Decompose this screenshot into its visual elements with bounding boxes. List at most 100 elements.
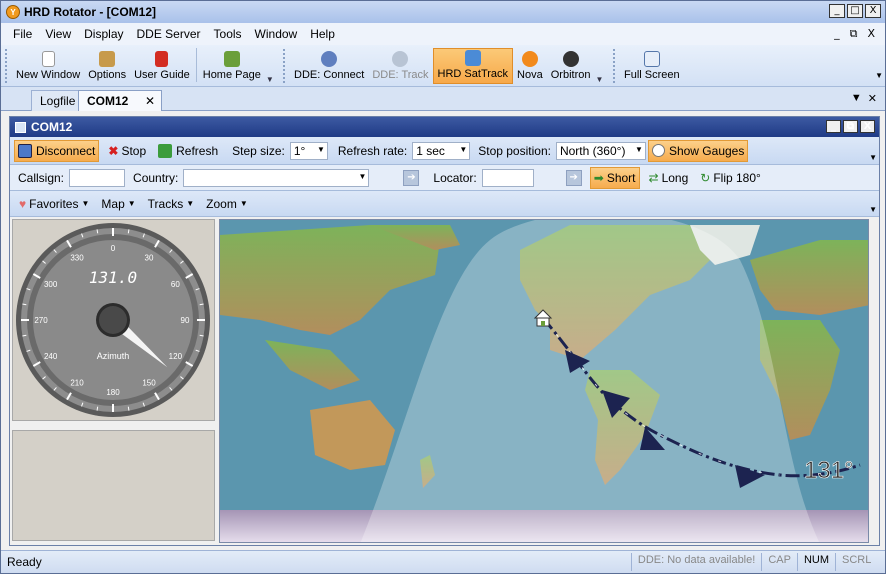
country-select[interactable]: ▼: [183, 168, 370, 187]
long-path-icon: ⇄: [648, 170, 659, 185]
disconnect-button[interactable]: Disconnect: [14, 139, 100, 162]
full-screen-button[interactable]: Full Screen: [620, 48, 684, 84]
gauge-tick: [127, 229, 130, 234]
dde-status: DDE: No data available!: [630, 553, 761, 571]
full-screen-icon: [643, 51, 660, 67]
short-path-icon: ➡: [593, 170, 604, 185]
gauge-tick-label: 150: [142, 378, 156, 387]
show-gauges-button[interactable]: Show Gauges: [647, 139, 749, 162]
step-size-select[interactable]: 1° ▼: [289, 141, 328, 160]
app-window: Y HRD Rotator - [COM12] _ □ X File View …: [0, 0, 886, 574]
gauge-pane: 0 30 60 90 120 150 180 210 240 270 300 330 131.0 Az…: [12, 219, 215, 541]
tracks-menu[interactable]: Tracks ▼: [145, 193, 197, 215]
mdi-restore-button[interactable]: ⧉: [850, 27, 858, 41]
menu-file[interactable]: File: [13, 27, 32, 41]
toolbar-group-dde: DDE: Connect DDE: Track HRD SatTrack Nov…: [279, 48, 604, 84]
toolbar-overflow-icon[interactable]: ▼: [594, 48, 604, 84]
user-guide-button[interactable]: User Guide: [130, 48, 194, 84]
callsign-input[interactable]: [69, 168, 126, 187]
tab-close-icon[interactable]: ✕: [145, 94, 155, 108]
stop-position-select[interactable]: North (360°) ▼: [555, 141, 646, 160]
status-bar: Ready DDE: No data available! CAP NUM SC…: [1, 550, 885, 573]
locator-label: Locator:: [433, 170, 477, 185]
home-page-button[interactable]: Home Page: [199, 48, 265, 84]
flip-icon: ↻: [700, 170, 711, 185]
tab-list-icon[interactable]: ▼: [851, 92, 862, 105]
gauge-tick-label: 120: [169, 352, 183, 361]
go-country-icon[interactable]: ➔: [403, 169, 420, 186]
options-button[interactable]: Options: [84, 48, 130, 84]
toolbar-overflow-icon[interactable]: ▼: [265, 48, 275, 84]
menu-display[interactable]: Display: [84, 27, 123, 41]
caps-lock-indicator: CAP: [761, 553, 797, 571]
home-icon: [223, 51, 240, 67]
main-toolbar: New Window Options User Guide Home Page …: [1, 45, 885, 87]
dde-track-button[interactable]: DDE: Track: [368, 48, 432, 84]
refresh-button[interactable]: Refresh: [155, 140, 221, 162]
gauge-tick: [127, 406, 130, 411]
child-close-button[interactable]: X: [860, 120, 875, 133]
azimuth-label: Azimuth: [97, 351, 130, 361]
child-minimize-button[interactable]: _: [826, 120, 841, 133]
toolbar-gripper[interactable]: [5, 49, 9, 83]
mdi-close-button[interactable]: X: [867, 27, 875, 41]
toolbar-gripper[interactable]: [613, 49, 617, 83]
satellite-icon: [464, 50, 481, 66]
chevron-down-icon: ▼: [358, 171, 367, 181]
gauge-tick: [199, 334, 204, 337]
rotator-control-bar: Disconnect ✖ Stop Refresh Step size: 1° ▼…: [10, 137, 879, 165]
short-path-button[interactable]: ➡ Short: [589, 166, 640, 189]
gauge-tick-label: 0: [111, 244, 116, 253]
menu-window[interactable]: Window: [255, 27, 298, 41]
stop-button[interactable]: ✖ Stop: [105, 140, 149, 162]
elevation-panel: [12, 430, 215, 541]
menu-view[interactable]: View: [45, 27, 71, 41]
connect-icon: [321, 51, 338, 67]
scroll-lock-indicator: SCRL: [835, 553, 885, 571]
country-label: Country:: [133, 170, 179, 185]
tab-close-all-icon[interactable]: ✕: [868, 92, 877, 105]
zoom-menu[interactable]: Zoom ▼: [203, 193, 251, 215]
orbitron-button[interactable]: Orbitron: [547, 48, 595, 84]
hrd-sattrack-button[interactable]: HRD SatTrack: [432, 48, 514, 84]
tab-logfile[interactable]: Logfile: [31, 90, 85, 111]
tab-com12[interactable]: COM12 ✕: [78, 90, 162, 111]
azimuth-gauge-panel: 0 30 60 90 120 150 180 210 240 270 300 330 131.0 Az…: [12, 219, 215, 421]
row-overflow-icon[interactable]: ▼: [869, 205, 877, 214]
world-map[interactable]: 131°: [219, 219, 869, 543]
toolbar-group-view: Full Screen: [609, 48, 684, 84]
gauge-icon: [651, 144, 665, 157]
toolbar-overflow-icon[interactable]: ▼: [875, 71, 883, 80]
maximize-button[interactable]: □: [847, 4, 863, 18]
menu-dde-server[interactable]: DDE Server: [137, 27, 201, 41]
nova-icon: [521, 51, 538, 67]
new-window-button[interactable]: New Window: [12, 48, 84, 84]
azimuth-readout: 131.0: [89, 268, 137, 287]
menu-tools[interactable]: Tools: [214, 27, 242, 41]
status-text: Ready: [7, 555, 42, 569]
mdi-minimize-button[interactable]: _: [834, 27, 840, 41]
toolbar-gripper[interactable]: [283, 49, 287, 83]
map-menu[interactable]: Map ▼: [98, 193, 138, 215]
close-button[interactable]: X: [865, 4, 881, 18]
refresh-rate-select[interactable]: 1 sec ▼: [412, 141, 471, 160]
disconnect-icon: [18, 143, 32, 158]
favorites-menu[interactable]: ♥ Favorites ▼: [16, 193, 92, 215]
locator-input[interactable]: [481, 168, 534, 187]
long-path-button[interactable]: ⇄ Long: [646, 167, 692, 189]
nova-button[interactable]: Nova: [513, 48, 547, 84]
go-locator-icon[interactable]: ➔: [565, 169, 582, 186]
gauge-tick-label: 270: [34, 316, 48, 325]
dde-connect-button[interactable]: DDE: Connect: [290, 48, 368, 84]
menu-help[interactable]: Help: [310, 27, 335, 41]
gauge-tick: [199, 303, 204, 306]
bearing-label: 131°: [804, 457, 854, 484]
minimize-button[interactable]: _: [829, 4, 845, 18]
child-title-bar: COM12 _ ⧉ X: [10, 117, 879, 137]
row-overflow-icon[interactable]: ▼: [869, 153, 877, 162]
child-restore-button[interactable]: ⧉: [843, 120, 858, 133]
flip-180-button[interactable]: ↻ Flip 180°: [697, 167, 764, 189]
gauge-tick: [22, 334, 27, 337]
title-bar: Y HRD Rotator - [COM12] _ □ X: [1, 1, 885, 23]
num-lock-indicator: NUM: [796, 553, 835, 571]
